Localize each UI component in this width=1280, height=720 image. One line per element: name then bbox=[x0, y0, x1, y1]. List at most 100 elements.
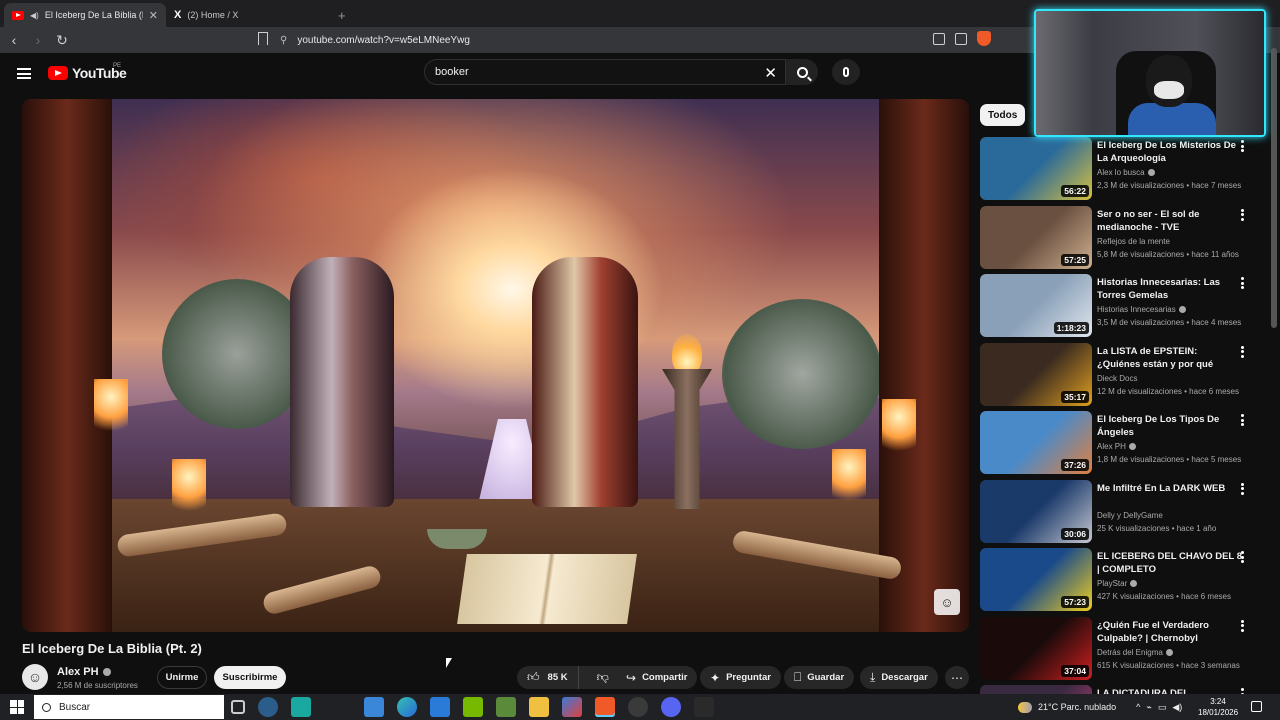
list-item[interactable]: 35:17 La LISTA de EPSTEIN: ¿Quiénes están… bbox=[980, 342, 1256, 412]
save-button[interactable]: ⎕ Guardar bbox=[784, 666, 855, 689]
duration-badge: 56:22 bbox=[1061, 185, 1089, 197]
video-title[interactable]: Ser o no ser - El sol de medianoche - TV… bbox=[1097, 208, 1243, 234]
discord-icon[interactable] bbox=[661, 697, 681, 717]
more-options-icon[interactable] bbox=[1241, 482, 1244, 495]
search-button[interactable] bbox=[786, 59, 818, 85]
voice-search-button[interactable] bbox=[832, 59, 860, 85]
channel-name[interactable]: Alex PH bbox=[1097, 442, 1136, 451]
video-thumbnail[interactable]: 57:25 bbox=[980, 205, 1092, 269]
video-thumbnail[interactable]: 1:18:23 bbox=[980, 274, 1092, 337]
video-player[interactable]: ☺ bbox=[22, 99, 969, 632]
channel-name[interactable]: Reflejos de la mente bbox=[1097, 237, 1170, 246]
channel-name[interactable]: Detrás del Enigma bbox=[1097, 648, 1173, 657]
video-title[interactable]: El Iceberg De Los Misterios De La Arqueo… bbox=[1097, 139, 1243, 165]
channel-name[interactable]: Alex PH bbox=[57, 666, 111, 678]
video-thumbnail[interactable]: 56:22 bbox=[980, 137, 1092, 200]
filter-chip-all[interactable]: Todos bbox=[980, 104, 1026, 126]
channel-name-text: Alex PH bbox=[57, 666, 99, 678]
page-scrollbar[interactable] bbox=[1271, 48, 1277, 328]
minecraft-icon[interactable] bbox=[496, 697, 516, 717]
list-item[interactable]: 56:22 El Iceberg De Los Misterios De La A… bbox=[980, 137, 1256, 206]
task-view-icon[interactable] bbox=[231, 700, 245, 714]
nvidia-icon[interactable] bbox=[463, 697, 483, 717]
video-title[interactable]: Me Infiltré En La DARK WEB bbox=[1097, 482, 1243, 495]
channel-name[interactable]: PlayStar bbox=[1097, 579, 1138, 588]
list-item[interactable]: 30:06 Me Infiltré En La DARK WEB Delly y D… bbox=[980, 479, 1256, 549]
back-icon[interactable]: ‹ bbox=[4, 30, 24, 50]
list-item[interactable]: 1:18:23 Historias Innecesarias: Las Torre… bbox=[980, 274, 1256, 343]
video-title[interactable]: Historias Innecesarias: Las Torres Gemel… bbox=[1097, 276, 1243, 302]
video-thumbnail[interactable]: 30:06 bbox=[980, 479, 1092, 543]
channel-name[interactable]: Delly y DellyGame bbox=[1097, 511, 1163, 520]
channel-name[interactable]: Alex lo busca bbox=[1097, 168, 1155, 177]
join-button[interactable]: Unirme bbox=[157, 666, 207, 689]
video-thumbnail[interactable]: 35:17 bbox=[980, 342, 1092, 406]
mail-icon[interactable] bbox=[430, 697, 450, 717]
more-options-icon[interactable] bbox=[1241, 551, 1244, 563]
address-bar[interactable]: ⚲ youtube.com/watch?v=w5eLMNeeYwg bbox=[280, 30, 940, 50]
weather-text[interactable]: 21°C Parc. nublado bbox=[1038, 702, 1116, 712]
list-item[interactable]: 57:23 EL ICEBERG DEL CHAVO DEL 8 | COMPLE… bbox=[980, 548, 1256, 617]
more-options-icon[interactable] bbox=[1241, 345, 1244, 358]
notification-icon[interactable] bbox=[1251, 701, 1262, 712]
store-icon[interactable] bbox=[364, 697, 384, 717]
tab-youtube[interactable]: ◀) El Iceberg De La Biblia (Pt. 2) ✕ bbox=[4, 3, 166, 27]
edge-icon[interactable] bbox=[397, 697, 417, 717]
new-tab-button[interactable]: + bbox=[328, 3, 356, 27]
list-item[interactable]: 57:25 Ser o no ser - El sol de medianoche… bbox=[980, 205, 1256, 275]
weather-icon[interactable] bbox=[1018, 701, 1032, 713]
taskbar-search-field[interactable]: Buscar bbox=[34, 695, 224, 719]
video-thumbnail[interactable]: 57:23 bbox=[980, 548, 1092, 611]
share-icon[interactable] bbox=[955, 32, 967, 45]
video-title[interactable]: EL ICEBERG DEL CHAVO DEL 8 | COMPLETO bbox=[1097, 550, 1243, 576]
more-actions-button[interactable]: ⋯ bbox=[945, 666, 969, 689]
app-icon-dark[interactable] bbox=[628, 697, 648, 717]
app-icon-teal[interactable] bbox=[291, 697, 311, 717]
video-title[interactable]: La LISTA de EPSTEIN: ¿Quiénes están y po… bbox=[1097, 345, 1243, 371]
file-explorer-icon[interactable] bbox=[529, 697, 549, 717]
avatar[interactable]: ☺ bbox=[22, 664, 48, 690]
video-title[interactable]: El Iceberg De Los Tipos De Ángeles bbox=[1097, 413, 1243, 439]
site-info-icon[interactable]: ⚲ bbox=[280, 35, 287, 46]
thumbs-up-icon: 👍︎ bbox=[527, 670, 540, 684]
more-options-icon[interactable] bbox=[1241, 619, 1244, 632]
search-input[interactable]: booker ✕ bbox=[424, 59, 786, 85]
hamburger-menu-icon[interactable] bbox=[17, 68, 31, 79]
channel-watermark-icon[interactable]: ☺ bbox=[934, 589, 960, 615]
brave-browser-icon[interactable] bbox=[595, 697, 615, 717]
chevron-up-icon[interactable]: ^ bbox=[1136, 702, 1140, 712]
more-options-icon[interactable] bbox=[1241, 208, 1244, 221]
bookmark-icon[interactable] bbox=[258, 32, 268, 45]
ask-button[interactable]: ✦ Preguntar bbox=[700, 666, 781, 689]
like-button[interactable]: 👍︎ 85 K bbox=[517, 666, 579, 689]
close-tab-icon[interactable]: ✕ bbox=[149, 9, 158, 22]
channel-name[interactable]: Historias Innecesarias bbox=[1097, 305, 1186, 314]
brave-shield-icon[interactable] bbox=[977, 31, 991, 46]
subscribe-button[interactable]: Suscribirme bbox=[214, 666, 286, 689]
list-item[interactable]: 37:04 ¿Quién Fue el Verdadero Culpable? |… bbox=[980, 616, 1256, 686]
video-title[interactable]: ¿Quién Fue el Verdadero Culpable? | Cher… bbox=[1097, 619, 1243, 645]
epic-games-icon[interactable] bbox=[694, 697, 714, 717]
video-thumbnail[interactable]: 37:26 bbox=[980, 411, 1092, 474]
windows-start-icon[interactable] bbox=[10, 700, 24, 714]
microphone-icon bbox=[843, 67, 849, 77]
network-icon[interactable]: ▭ bbox=[1158, 702, 1167, 713]
more-options-icon[interactable] bbox=[1241, 140, 1244, 152]
forward-icon[interactable]: › bbox=[28, 30, 48, 50]
more-options-icon[interactable] bbox=[1241, 277, 1244, 289]
tab-x[interactable]: X (2) Home / X bbox=[166, 3, 328, 27]
app-icon-colorful[interactable] bbox=[562, 697, 582, 717]
usb-icon[interactable]: ⌁ bbox=[1146, 702, 1151, 713]
share-button[interactable]: ↪ Compartir bbox=[616, 666, 698, 689]
list-item[interactable]: 37:26 El Iceberg De Los Tipos De Ángeles A… bbox=[980, 411, 1256, 480]
taskbar-clock[interactable]: 3:24 18/01/2026 bbox=[1198, 696, 1238, 718]
video-thumbnail[interactable]: 37:04 bbox=[980, 616, 1092, 680]
download-button[interactable]: ⤓ Descargar bbox=[860, 666, 938, 689]
clear-search-icon[interactable]: ✕ bbox=[764, 64, 777, 82]
channel-name[interactable]: Dieck Docs bbox=[1097, 374, 1137, 383]
cast-icon[interactable] bbox=[933, 32, 945, 45]
volume-icon[interactable]: ◀) bbox=[1172, 702, 1182, 713]
more-options-icon[interactable] bbox=[1241, 414, 1244, 426]
speedometer-app-icon[interactable] bbox=[258, 697, 278, 717]
reload-icon[interactable]: ↻ bbox=[52, 30, 72, 50]
